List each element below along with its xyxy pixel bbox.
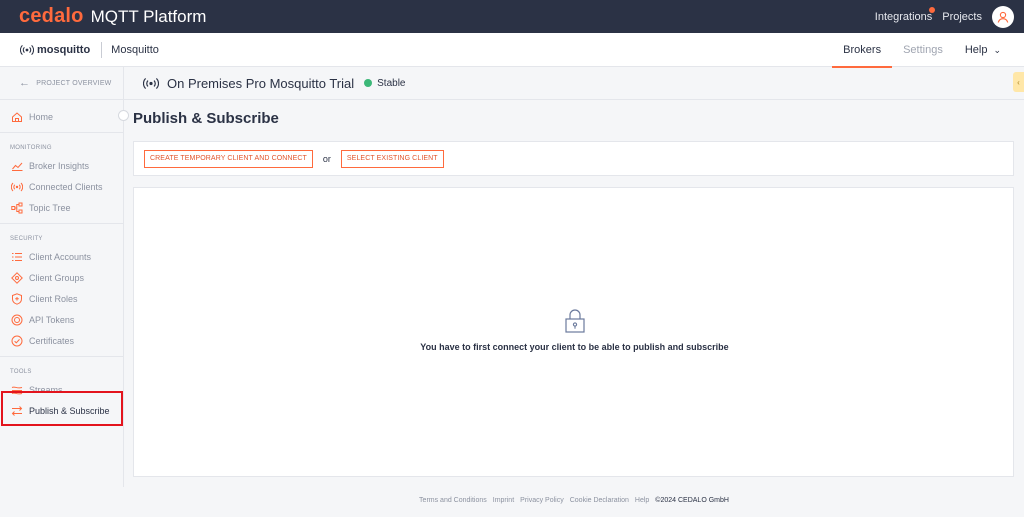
- sidebar-item-label: Certificates: [29, 335, 75, 346]
- main-content: On Premises Pro Mosquitto Trial Stable ‹…: [124, 67, 1024, 487]
- sidebar-item-label: Broker Insights: [29, 160, 90, 171]
- project-name: Mosquitto: [111, 43, 159, 56]
- section-label-security: SECURITY: [10, 236, 43, 242]
- select-existing-client-button[interactable]: SELECT EXISTING CLIENT: [340, 149, 444, 168]
- projects-link[interactable]: Projects: [942, 11, 982, 23]
- sidebar-item-client-accounts[interactable]: Client Accounts: [0, 246, 123, 267]
- section-label-monitoring: MONITORING: [10, 145, 52, 151]
- or-label: or: [322, 153, 331, 164]
- sidebar-item-label: Topic Tree: [29, 202, 71, 213]
- sidebar-item-certificates[interactable]: Certificates: [0, 330, 123, 351]
- nav-brokers[interactable]: Brokers: [832, 33, 892, 68]
- home-icon: [10, 110, 23, 123]
- sidebar-item-connected-clients[interactable]: Connected Clients: [0, 176, 123, 197]
- user-icon: [997, 11, 1009, 23]
- top-bar: cedalo MQTT Platform Integrations Projec…: [0, 0, 1024, 33]
- side-panel-toggle[interactable]: ‹: [1013, 72, 1024, 92]
- status-indicator: [364, 79, 373, 87]
- tree-icon: [10, 201, 23, 214]
- lock-icon: [564, 309, 585, 333]
- header-divider: [101, 41, 103, 58]
- cedalo-logo: cedalo: [19, 5, 84, 27]
- sidebar-item-api-tokens[interactable]: API Tokens: [0, 309, 123, 330]
- footer-link-terms[interactable]: Terms and Conditions: [419, 497, 487, 504]
- sidebar-item-client-groups[interactable]: Client Groups: [0, 267, 123, 288]
- mosquitto-logo[interactable]: mosquitto: [20, 44, 90, 56]
- broker-name: On Premises Pro Mosquitto Trial: [167, 75, 355, 91]
- sidebar-item-label: Client Roles: [29, 293, 78, 304]
- project-overview-link[interactable]: ← PROJECT OVERVIEW: [0, 67, 123, 100]
- section-label-tools: TOOLS: [10, 369, 32, 375]
- project-overview-label: PROJECT OVERVIEW: [36, 79, 112, 87]
- nav-settings[interactable]: Settings: [892, 33, 954, 67]
- sidebar-item-label: API Tokens: [29, 314, 75, 325]
- token-icon: [10, 313, 23, 326]
- sidebar-item-label: Home: [29, 111, 54, 122]
- sidebar-divider: [0, 356, 123, 357]
- certificate-icon: [10, 334, 23, 347]
- chevron-down-icon: ⌄: [993, 44, 1001, 55]
- shield-icon: [10, 292, 23, 305]
- list-icon: [10, 250, 23, 263]
- footer-link-help[interactable]: Help: [635, 497, 649, 504]
- mosquitto-logo-text: mosquitto: [37, 43, 91, 56]
- integrations-label: Integrations: [874, 10, 933, 23]
- sidebar-item-label: Client Groups: [29, 272, 85, 283]
- sidebar-divider: [0, 132, 123, 133]
- nav-help[interactable]: Help ⌄: [954, 33, 1012, 67]
- empty-state-message: You have to first connect your client to…: [420, 342, 729, 352]
- footer: Terms and Conditions Imprint Privacy Pol…: [124, 497, 1024, 504]
- broadcast-icon: [143, 77, 159, 89]
- chart-icon: [10, 159, 23, 172]
- footer-link-cookie[interactable]: Cookie Declaration: [570, 497, 629, 504]
- client-connect-bar: CREATE TEMPORARY CLIENT AND CONNECT or S…: [133, 141, 1014, 176]
- broker-header: On Premises Pro Mosquitto Trial Stable ‹: [124, 67, 1024, 100]
- empty-state: You have to first connect your client to…: [134, 308, 1015, 352]
- sub-header: mosquitto Mosquitto Brokers Settings Hel…: [0, 33, 1024, 68]
- highlight-annotation: [1, 391, 123, 426]
- sidebar-item-label: Connected Clients: [29, 181, 103, 192]
- sidebar-item-label: Client Accounts: [29, 251, 92, 262]
- create-temporary-client-button[interactable]: CREATE TEMPORARY CLIENT AND CONNECT: [144, 149, 313, 168]
- user-avatar[interactable]: [992, 5, 1014, 28]
- sidebar: ← PROJECT OVERVIEW Home MONITORING Broke…: [0, 67, 129, 487]
- broadcast-icon: [20, 44, 34, 55]
- chevron-left-icon: ‹: [1017, 77, 1020, 87]
- notification-dot: [929, 6, 936, 13]
- sub-nav: Brokers Settings Help ⌄: [832, 33, 1012, 68]
- sidebar-divider: [0, 223, 123, 224]
- footer-copyright: ©2024 CEDALO GmbH: [655, 497, 729, 504]
- integrations-link[interactable]: Integrations: [874, 6, 936, 23]
- publish-subscribe-panel: You have to first connect your client to…: [133, 187, 1014, 477]
- groups-icon: [10, 271, 23, 284]
- arrow-left-icon: ←: [19, 77, 31, 89]
- sidebar-item-topic-tree[interactable]: Topic Tree: [0, 197, 123, 218]
- footer-link-imprint[interactable]: Imprint: [493, 497, 514, 504]
- sidebar-item-home[interactable]: Home: [0, 106, 123, 127]
- top-right-nav: Integrations Projects: [865, 0, 1014, 33]
- footer-link-privacy[interactable]: Privacy Policy: [520, 497, 564, 504]
- sidebar-item-client-roles[interactable]: Client Roles: [0, 288, 123, 309]
- page-title: Publish & Subscribe: [133, 110, 279, 127]
- broadcast-icon: [10, 180, 23, 193]
- nav-help-label: Help: [964, 44, 988, 56]
- app-brand[interactable]: cedalo MQTT Platform: [19, 5, 206, 28]
- status-badge: Stable: [377, 77, 406, 89]
- product-name: MQTT Platform: [90, 7, 207, 26]
- sidebar-item-broker-insights[interactable]: Broker Insights: [0, 155, 123, 176]
